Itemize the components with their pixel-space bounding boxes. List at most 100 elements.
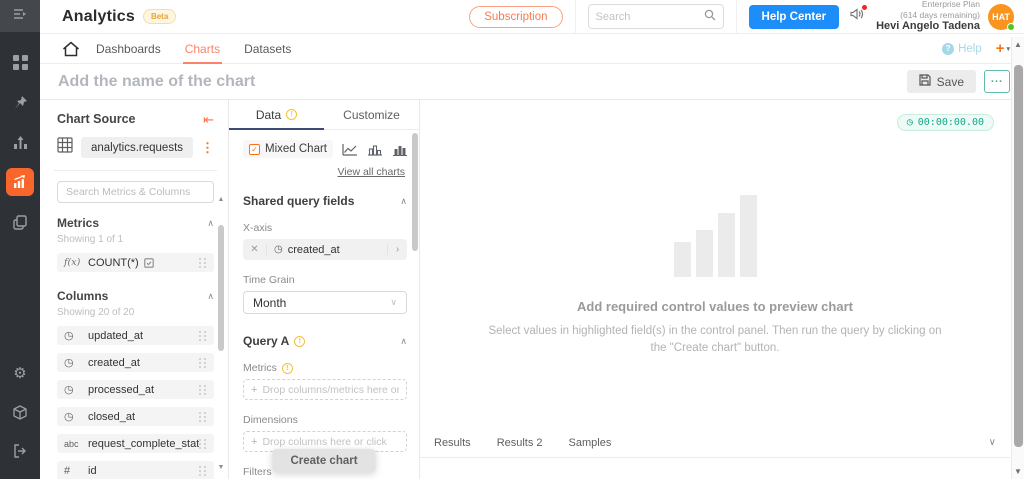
column-item[interactable]: ◷ closed_at <box>57 407 214 426</box>
add-new-button[interactable]: + ▾ <box>996 40 1010 57</box>
dashboard-grid-icon <box>12 54 28 70</box>
remove-icon[interactable]: ✕ <box>243 244 267 255</box>
sidebar-collapse-button[interactable] <box>0 0 40 32</box>
time-grain-select[interactable]: Month ∨ <box>243 291 407 314</box>
global-search-input[interactable] <box>595 10 704 23</box>
metrics-search[interactable] <box>57 181 214 203</box>
collapse-results-icon[interactable]: ∨ <box>989 437 996 448</box>
page-scrollbar-thumb[interactable] <box>1013 65 1023 447</box>
drag-handle-icon[interactable] <box>199 465 207 477</box>
sidebar-item-integrations[interactable] <box>6 398 34 426</box>
scroll-up-icon[interactable]: ▲ <box>1014 41 1022 49</box>
text-type-icon: abc <box>64 438 79 449</box>
columns-list: ◷ updated_at ◷ created_at ◷ processed_at ◷ c… <box>57 326 214 479</box>
empty-chart-state: Add required control values to preview c… <box>420 123 1010 428</box>
scroll-up-icon[interactable]: ▲ <box>218 196 225 203</box>
scroll-down-icon[interactable]: ▼ <box>1014 468 1022 476</box>
sidebar-item-logout[interactable] <box>6 437 34 465</box>
tab-samples[interactable]: Samples <box>569 437 612 449</box>
sidebar-item-documents[interactable] <box>6 208 34 236</box>
clock-type-icon: ◷ <box>64 330 74 342</box>
tab-dashboards[interactable]: Dashboards <box>96 34 161 64</box>
clock-type-icon: ◷ <box>64 357 74 369</box>
tab-customize[interactable]: Customize <box>324 100 419 129</box>
clock-icon: ◷ <box>274 244 283 255</box>
column-label: created_at <box>88 356 140 369</box>
metrics-label-text: Metrics <box>243 362 277 374</box>
columns-section-title: Columns <box>57 289 109 303</box>
bar-chart-icon[interactable] <box>367 143 383 156</box>
sidebar-item-reports[interactable] <box>6 128 34 156</box>
top-bar: Analytics Beta Subscription Help Center <box>40 0 1024 34</box>
drag-handle-icon[interactable] <box>199 438 207 450</box>
help-center-button[interactable]: Help Center <box>748 4 840 29</box>
tab-data[interactable]: Data ! <box>229 100 324 130</box>
drag-handle-icon[interactable] <box>199 411 207 423</box>
scrollbar-thumb[interactable] <box>218 225 224 351</box>
tab-charts[interactable]: Charts <box>182 34 223 64</box>
metric-label: COUNT(*) <box>88 256 139 269</box>
line-chart-icon[interactable] <box>342 143 358 156</box>
sidebar-item-dashboard[interactable] <box>6 48 34 76</box>
drag-handle-icon[interactable] <box>199 330 207 342</box>
table-grid-icon <box>57 137 73 158</box>
more-actions-button[interactable]: ... <box>984 70 1010 93</box>
collapse-panel-icon[interactable]: ⇤ <box>203 113 214 126</box>
avatar[interactable]: HAT <box>988 3 1015 31</box>
drag-handle-icon[interactable] <box>199 257 207 269</box>
page-scrollbar[interactable]: ▲ ▼ <box>1011 37 1024 479</box>
chevron-up-icon[interactable]: ∧ <box>207 291 214 302</box>
column-item[interactable]: ◷ updated_at <box>57 326 214 345</box>
metrics-dropzone[interactable]: + Drop columns/metrics here or click <box>243 379 407 400</box>
drag-handle-icon[interactable] <box>199 357 207 369</box>
save-button[interactable]: Save <box>906 70 976 93</box>
certified-icon <box>143 257 154 268</box>
home-icon <box>63 41 79 56</box>
dataset-selector[interactable]: analytics.requests <box>81 137 193 158</box>
metric-item[interactable]: f(x) COUNT(*) <box>57 253 214 272</box>
view-all-charts-link[interactable]: View all charts <box>243 166 405 178</box>
chevron-up-icon[interactable]: ∧ <box>207 218 214 229</box>
query-metrics-label: Metrics ! <box>243 362 407 374</box>
help-label: Help <box>958 42 982 55</box>
chevron-up-icon[interactable]: ∧ <box>400 336 407 347</box>
sidebar-item-settings[interactable]: ⚙ <box>6 359 34 387</box>
global-search[interactable] <box>587 4 724 29</box>
tab-datasets[interactable]: Datasets <box>244 34 291 64</box>
search-icon <box>704 8 716 26</box>
time-grain-label: Time Grain <box>243 274 295 286</box>
area-chart-icon[interactable] <box>392 143 407 156</box>
dataset-kebab-menu[interactable]: ⋮ <box>201 141 214 154</box>
subscription-button[interactable]: Subscription <box>469 5 563 28</box>
column-item[interactable]: abc request_complete_status <box>57 434 214 453</box>
tab-results[interactable]: Results <box>434 437 471 449</box>
metrics-search-input[interactable] <box>66 186 205 198</box>
column-item[interactable]: ◷ processed_at <box>57 380 214 399</box>
viz-type-selected[interactable]: ✓ Mixed Chart <box>243 140 333 158</box>
function-icon: f(x) <box>64 257 81 268</box>
x-axis-label: X-axis <box>243 222 273 234</box>
chart-name-input[interactable] <box>58 72 458 91</box>
control-panel: Data ! Customize ✓ Mixed Chart View all … <box>228 100 420 479</box>
chevron-right-icon[interactable]: › <box>387 244 407 255</box>
control-panel-scrollbar-thumb[interactable] <box>412 133 418 251</box>
sidebar-item-campaigns[interactable] <box>6 88 34 116</box>
create-chart-button[interactable]: Create chart <box>272 449 376 472</box>
dimensions-dropzone-text: Drop columns here or click <box>262 435 387 448</box>
x-axis-value-pill[interactable]: ✕ ◷ created_at › <box>243 239 407 260</box>
column-item[interactable]: ◷ created_at <box>57 353 214 372</box>
announcement-icon <box>849 8 864 25</box>
source-panel-scrollbar[interactable]: ▲ ▼ <box>217 196 225 471</box>
scroll-down-icon[interactable]: ▼ <box>218 464 225 471</box>
announcements-button[interactable] <box>849 5 868 26</box>
empty-state-description: Select values in highlighted field(s) in… <box>488 323 941 356</box>
drag-handle-icon[interactable] <box>199 384 207 396</box>
help-button[interactable]: ? Help <box>942 42 982 55</box>
warning-icon: ! <box>294 335 306 347</box>
question-circle-icon: ? <box>942 42 955 55</box>
home-button[interactable] <box>62 41 80 57</box>
chevron-up-icon[interactable]: ∧ <box>400 196 407 207</box>
tab-results-2[interactable]: Results 2 <box>497 437 543 449</box>
sidebar-item-analytics[interactable] <box>6 168 34 196</box>
column-item[interactable]: # id <box>57 461 214 479</box>
